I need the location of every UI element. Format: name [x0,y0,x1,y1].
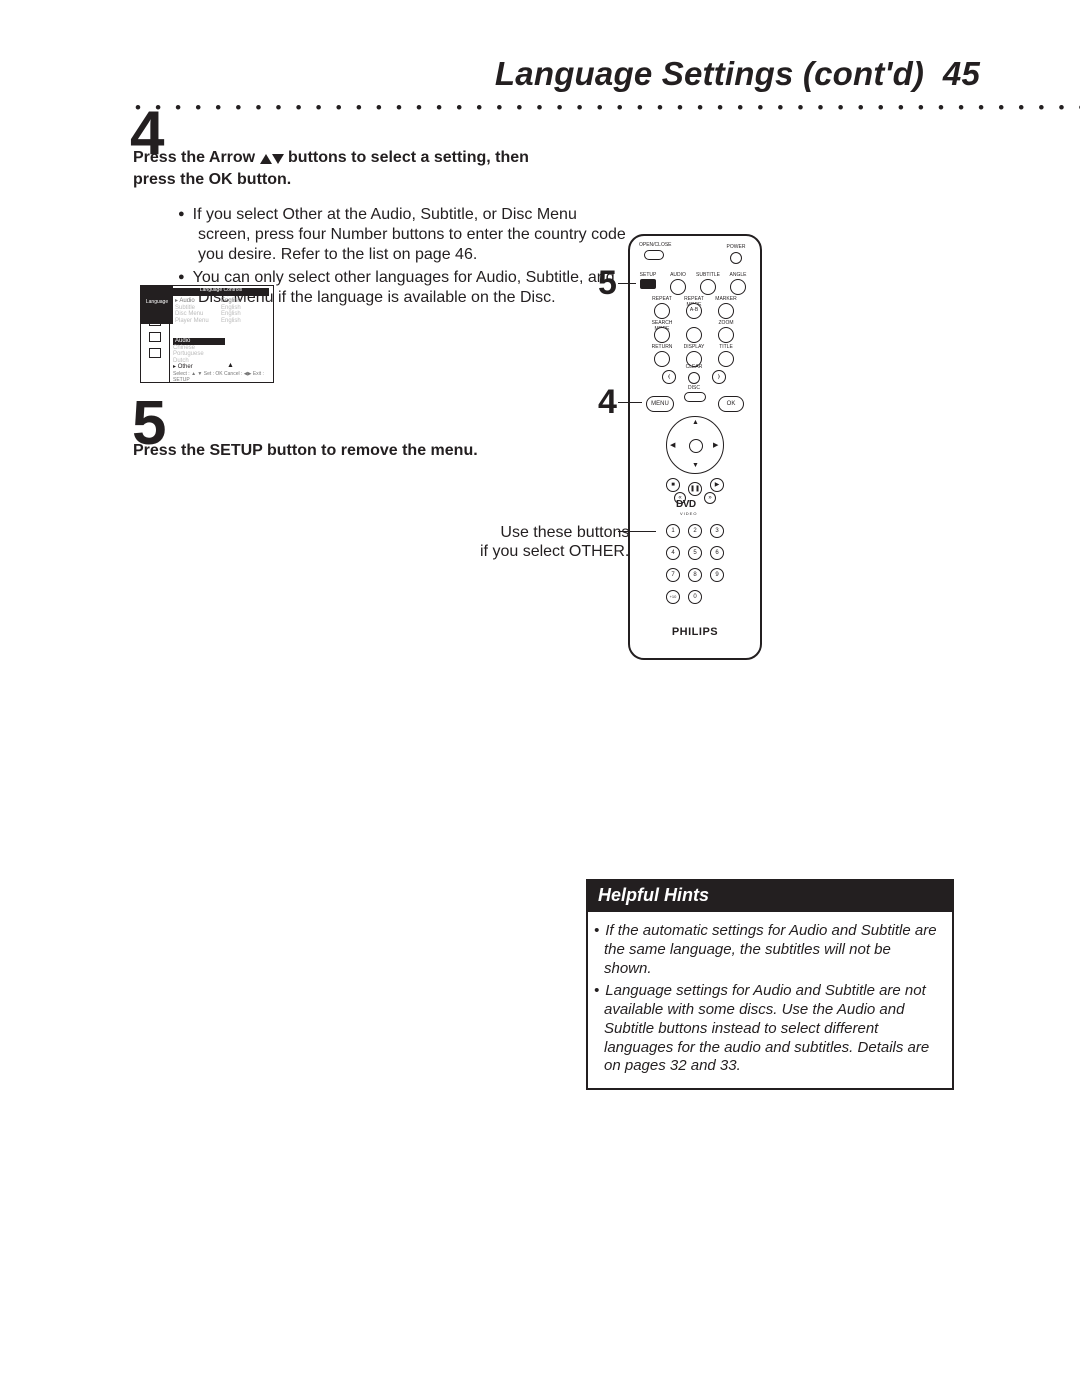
header-dots: • • • • • • • • • • • • • • • • • • • • … [135,98,1080,118]
menu-button: MENU [646,396,674,412]
speaker-icon [149,332,161,342]
skip-prev-icon: ⦉ [662,370,676,384]
dvd-logo: DVD [676,499,696,510]
lock-icon [149,348,161,358]
brand-logo: PHILIPS [630,626,760,638]
page-header: Language Settings (cont'd) 45 [495,55,980,93]
pause-icon: ❚❚ [688,482,702,496]
section-title: Language Settings (cont'd) [495,55,924,92]
stop-icon: ■ [666,478,680,492]
osd-menu-illustration: Language Language Controls ▸ AudioEnglis… [140,285,274,383]
skip-next-icon: ⦊ [712,370,726,384]
arrow-right-icon: ▶ [713,441,718,449]
arrow-up-icon: ▲ [692,419,699,426]
ffwd-icon: » [704,492,716,504]
arrow-down-icon: ▼ [692,462,699,469]
ok-button: OK [718,396,744,412]
number-buttons-hint: Use these buttons if you select OTHER. [480,523,629,561]
osd-title: Language Controls [173,288,269,296]
page-number: 45 [943,55,980,92]
arrow-down-icon [272,150,284,170]
callout-number-4: 4 [598,383,617,422]
step4-heading: Press the Arrow buttons to select a sett… [133,148,563,190]
helpful-hints-title: Helpful Hints [588,881,952,912]
helpful-hints-box: Helpful Hints If the automatic settings … [586,879,954,1090]
bullet-item: If you select Other at the Audio, Subtit… [176,205,628,265]
step5-heading: Press the SETUP button to remove the men… [133,442,478,460]
arrow-up-icon: ▲ [227,362,234,370]
hint-item: Language settings for Audio and Subtitle… [604,982,938,1076]
dpad: ▲ ▼ ◀ ▶ [666,416,724,474]
setup-button [640,279,656,289]
callout-number-5: 5 [598,264,617,303]
hint-item: If the automatic settings for Audio and … [604,922,938,978]
remote-control-illustration: OPEN/CLOSE POWER SETUP AUDIO SUBTITLE AN… [628,234,762,660]
arrow-left-icon: ◀ [670,441,675,449]
arrow-up-icon [260,150,272,170]
power-icon [730,252,742,264]
play-icon: ▶ [710,478,724,492]
